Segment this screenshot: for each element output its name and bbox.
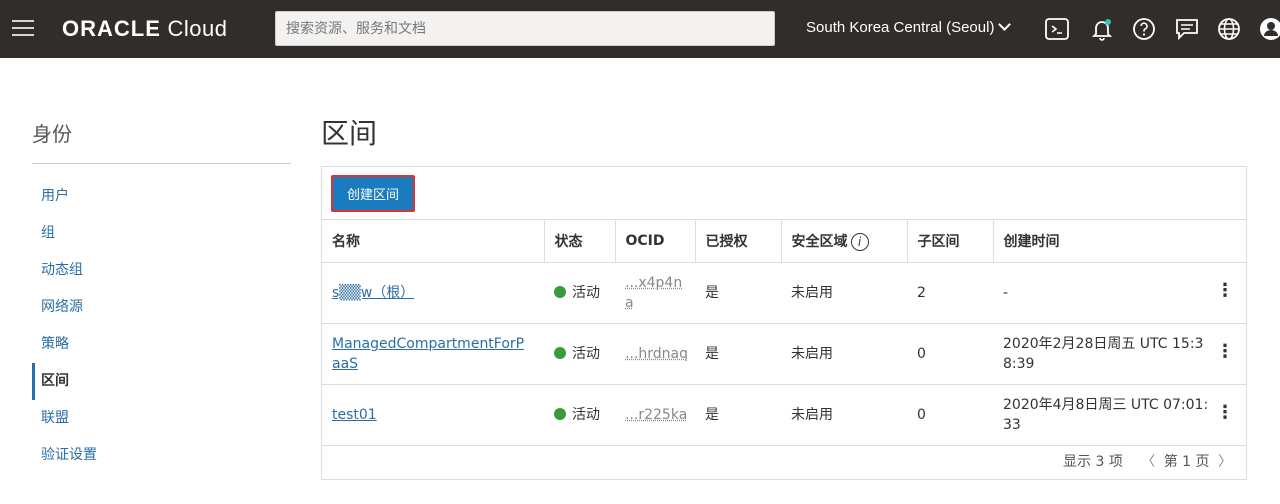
table-row: s▒▒w（根） 活动 ...x4p4na 是 未启用 2 - ⋮	[322, 263, 1246, 324]
previous-page-icon[interactable]: 〈	[1141, 454, 1155, 470]
ocid-link[interactable]: ...x4p4na	[625, 273, 683, 313]
security-zone-label: 安全区域	[792, 234, 848, 250]
oracle-cloud-logo[interactable]: ORACLE Cloud	[62, 16, 228, 42]
column-header-ocid[interactable]: OCID	[615, 220, 695, 263]
column-header-created[interactable]: 创建时间	[993, 220, 1246, 263]
sidebar-menu: 用户 组 动态组 网络源 策略 区间 联盟 验证设置	[32, 178, 291, 474]
created-time: 2020年2月28日周五 UTC 15:38:39	[1003, 334, 1213, 374]
item-count: 显示 3 项	[1063, 454, 1123, 470]
top-bar: ORACLE Cloud South Korea Central (Seoul)	[0, 0, 1280, 58]
status-active-dot-icon	[554, 286, 566, 298]
status-active-dot-icon	[554, 347, 566, 359]
column-header-status[interactable]: 状态	[544, 220, 615, 263]
menu-icon[interactable]	[12, 20, 34, 38]
column-header-children[interactable]: 子区间	[907, 220, 993, 263]
security-zone-value: 未启用	[781, 324, 907, 385]
create-compartment-button[interactable]: 创建区间	[331, 175, 415, 212]
sidebar-item-network-sources[interactable]: 网络源	[32, 289, 291, 326]
ocid-link[interactable]: ...r225ka	[625, 407, 687, 423]
feedback-chat-icon[interactable]	[1174, 16, 1200, 42]
security-zone-value: 未启用	[781, 263, 907, 324]
chevron-down-icon	[999, 18, 1012, 31]
region-selector[interactable]: South Korea Central (Seoul)	[806, 19, 1009, 36]
page-title: 区间	[321, 112, 377, 152]
row-actions-kebab-icon[interactable]: ⋮	[1216, 342, 1240, 362]
compartments-panel: 创建区间 名称 状态 OCID 已授权 安全区域 i 子区间 创建时间 s▒▒w…	[321, 166, 1247, 480]
status-text: 活动	[572, 407, 600, 423]
compartment-name-link[interactable]: s▒▒w（根）	[332, 285, 414, 301]
sidebar-item-federation[interactable]: 联盟	[32, 400, 291, 437]
cloud-shell-icon[interactable]	[1044, 16, 1070, 42]
children-count: 2	[907, 263, 993, 324]
column-header-name[interactable]: 名称	[322, 220, 544, 263]
logo-brand: ORACLE	[62, 16, 161, 41]
sidebar-item-compartments[interactable]: 区间	[32, 363, 291, 400]
sidebar-item-dynamic-groups[interactable]: 动态组	[32, 252, 291, 289]
sidebar-title: 身份	[32, 100, 291, 164]
children-count: 0	[907, 324, 993, 385]
table-row: ManagedCompartmentForPaaS 活动 ...hrdnaq 是…	[322, 324, 1246, 385]
status-text: 活动	[572, 346, 600, 362]
created-time: 2020年4月8日周三 UTC 07:01:33	[1003, 395, 1213, 435]
table-header-row: 名称 状态 OCID 已授权 安全区域 i 子区间 创建时间	[322, 220, 1246, 263]
authorized-value: 是	[695, 324, 781, 385]
created-time: -	[1003, 285, 1008, 301]
language-globe-icon[interactable]	[1216, 16, 1242, 42]
row-actions-kebab-icon[interactable]: ⋮	[1216, 403, 1240, 423]
authorized-value: 是	[695, 263, 781, 324]
status-active-dot-icon	[554, 408, 566, 420]
sidebar-item-users[interactable]: 用户	[32, 178, 291, 215]
row-actions-kebab-icon[interactable]: ⋮	[1216, 281, 1240, 301]
identity-sidebar: 身份 用户 组 动态组 网络源 策略 区间 联盟 验证设置	[32, 100, 291, 474]
authorized-value: 是	[695, 385, 781, 446]
children-count: 0	[907, 385, 993, 446]
next-page-icon[interactable]: 〉	[1218, 454, 1232, 470]
compartments-table: 名称 状态 OCID 已授权 安全区域 i 子区间 创建时间 s▒▒w（根） 活动…	[322, 219, 1246, 446]
compartment-name-link[interactable]: test01	[332, 407, 377, 423]
table-footer: 显示 3 项 〈 第 1 页 〉	[322, 451, 1246, 471]
region-label: South Korea Central (Seoul)	[806, 19, 994, 36]
sidebar-item-groups[interactable]: 组	[32, 215, 291, 252]
info-icon[interactable]: i	[851, 233, 869, 251]
help-icon[interactable]	[1131, 16, 1157, 42]
search-input[interactable]	[275, 11, 775, 46]
compartment-name-link[interactable]: ManagedCompartmentForPaaS	[332, 334, 532, 374]
notifications-bell-icon[interactable]	[1089, 16, 1115, 42]
sidebar-item-authentication-settings[interactable]: 验证设置	[32, 437, 291, 474]
logo-product: Cloud	[168, 16, 228, 41]
security-zone-value: 未启用	[781, 385, 907, 446]
column-header-authorized[interactable]: 已授权	[695, 220, 781, 263]
profile-avatar-icon[interactable]	[1258, 16, 1280, 42]
column-header-security-zone[interactable]: 安全区域 i	[781, 220, 907, 263]
ocid-link[interactable]: ...hrdnaq	[625, 346, 688, 362]
table-row: test01 活动 ...r225ka 是 未启用 0 2020年4月8日周三 …	[322, 385, 1246, 446]
page-indicator: 第 1 页	[1164, 454, 1210, 470]
sidebar-item-policies[interactable]: 策略	[32, 326, 291, 363]
status-text: 活动	[572, 285, 600, 301]
